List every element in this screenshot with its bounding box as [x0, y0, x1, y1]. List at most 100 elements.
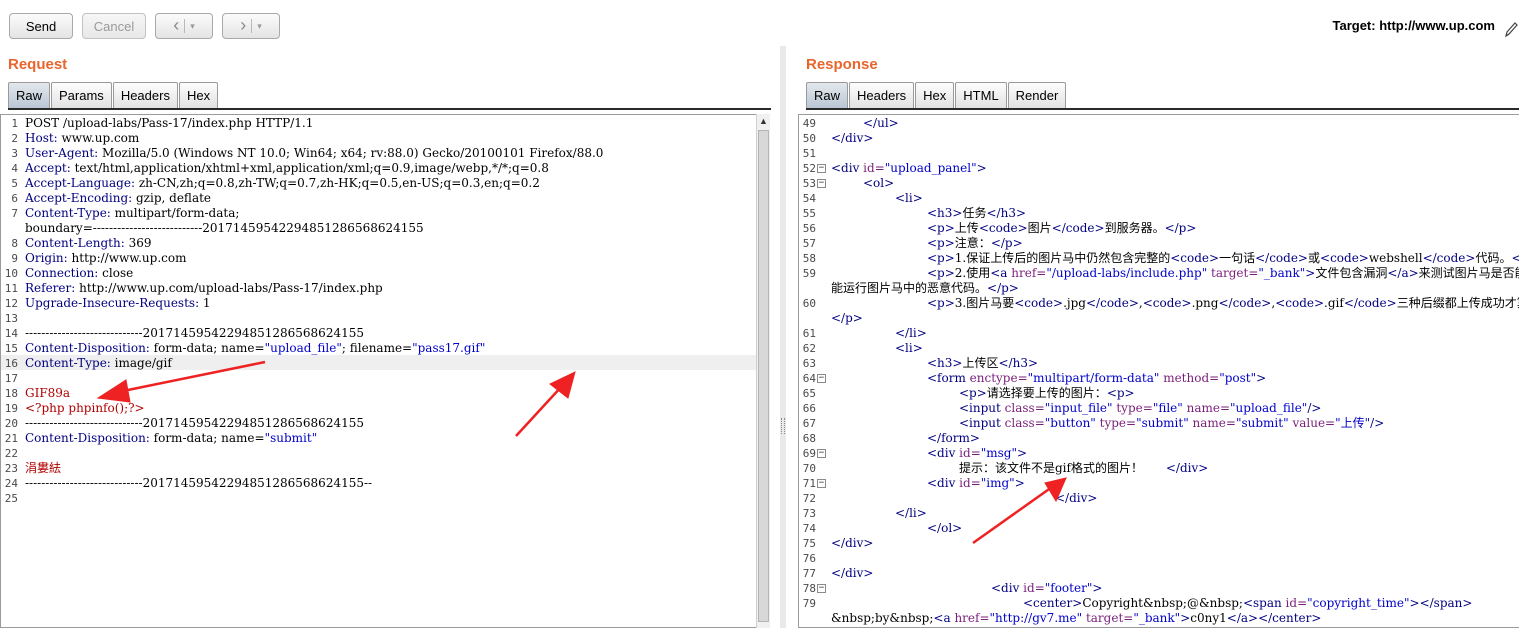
line-number: 60 — [802, 297, 816, 310]
code-token: 1 — [202, 296, 211, 310]
code-token: image/gif — [114, 356, 172, 370]
code-line: 52− <div id="upload_panel"> — [799, 161, 1519, 176]
code-token: gzip, deflate — [136, 191, 212, 205]
code-token: </code> — [1422, 251, 1476, 265]
code-text: Connection: close — [25, 266, 133, 281]
response-editor[interactable]: 49 </ul> 50 </div> 51 52− <div id="upload_pane… — [798, 114, 1519, 628]
tab-headers[interactable]: Headers — [849, 82, 915, 108]
divider-grip-icon[interactable] — [781, 418, 785, 434]
code-token: "multipart/form-data" — [1027, 371, 1160, 385]
tab-hex[interactable]: Hex — [915, 82, 955, 108]
code-text: 能运行图片马中的恶意代码。</p> — [831, 281, 1019, 296]
back-arrow-icon: ‹ — [173, 15, 180, 35]
line-number: 17 — [4, 372, 18, 385]
fold-toggle-icon[interactable]: − — [817, 374, 826, 383]
code-text: <p>注意：</p> — [927, 236, 1023, 251]
code-token: Referer: — [25, 281, 80, 295]
code-line: 14 -----------------------------201714595… — [1, 326, 757, 341]
tab-raw[interactable]: Raw — [8, 82, 51, 108]
fold-toggle-icon[interactable]: − — [817, 479, 826, 488]
code-line: 74 </ol> — [799, 521, 1519, 536]
code-token: </li> — [895, 326, 927, 340]
code-text: Content-Disposition: form-data; name="up… — [25, 341, 485, 356]
code-text: </div> — [831, 131, 873, 146]
code-token: <div — [927, 446, 960, 460]
pencil-icon[interactable] — [1504, 20, 1518, 38]
code-line: 能运行图片马中的恶意代码。</p> — [799, 281, 1519, 296]
code-token: > — [1256, 371, 1267, 385]
back-dropdown-icon[interactable]: ▾ — [190, 21, 195, 32]
code-token: "上传" — [1335, 416, 1371, 430]
code-token: <a — [990, 266, 1012, 280]
request-editor[interactable]: 1 POST /upload-labs/Pass-17/index.php HTT… — [0, 114, 757, 628]
code-text: -----------------------------20171459542… — [25, 326, 364, 341]
forward-button[interactable]: › ▾ — [222, 13, 280, 39]
code-line: 17 — [1, 371, 757, 386]
code-token: &nbsp;by&nbsp; — [831, 611, 934, 625]
code-line: 2 Host: www.up.com — [1, 131, 757, 146]
line-number: 61 — [802, 327, 816, 340]
code-token: "pass17.gif" — [412, 341, 486, 355]
tab-hex[interactable]: Hex — [178, 82, 219, 108]
cancel-button[interactable]: Cancel — [82, 13, 146, 39]
code-text: <?php phpinfo();?> — [25, 401, 145, 416]
code-token: id= — [1023, 581, 1045, 595]
code-token: form-data; name= — [153, 341, 265, 355]
code-token: </a> — [1387, 266, 1419, 280]
code-token: 能运行图片马中的恶意代码。 — [831, 281, 988, 295]
code-token: <p> — [959, 386, 987, 400]
code-token: <p> — [927, 296, 955, 310]
code-token: "img" — [980, 476, 1015, 490]
tab-headers[interactable]: Headers — [112, 82, 178, 108]
code-text: </div> — [1055, 491, 1097, 506]
code-token: "upload_file" — [1230, 401, 1308, 415]
code-token: </code> — [1051, 221, 1105, 235]
fold-toggle-icon[interactable]: − — [817, 449, 826, 458]
fold-toggle-icon[interactable]: − — [817, 164, 826, 173]
code-token: multipart/form-data; — [114, 206, 240, 220]
send-button[interactable]: Send — [9, 13, 73, 39]
request-scrollbar[interactable]: ▲ — [756, 114, 770, 628]
tab-html[interactable]: HTML — [955, 82, 1007, 108]
scroll-up-icon[interactable]: ▲ — [759, 116, 768, 126]
code-token: ; filename= — [341, 341, 413, 355]
line-number: 7 — [11, 207, 18, 220]
code-text: </li> — [895, 506, 927, 521]
tab-raw[interactable]: Raw — [806, 82, 849, 108]
line-number: 57 — [802, 237, 816, 250]
code-text: Referer: http://www.up.com/upload-labs/P… — [25, 281, 383, 296]
code-token: 2.使用 — [954, 266, 991, 280]
code-token: </div> — [1165, 461, 1209, 475]
code-line: 64− <form enctype="multipart/form-data" m… — [799, 371, 1519, 386]
back-button[interactable]: ‹ ▾ — [155, 13, 213, 39]
tab-render[interactable]: Render — [1007, 82, 1067, 108]
scrollbar-thumb[interactable] — [758, 130, 769, 622]
tab-params[interactable]: Params — [51, 82, 112, 108]
line-number: 50 — [802, 132, 816, 145]
fold-toggle-icon[interactable]: − — [817, 179, 826, 188]
pane-divider[interactable] — [780, 46, 786, 628]
line-number: 75 — [802, 537, 816, 550]
code-line: 63 <h3>上传区</h3> — [799, 356, 1519, 371]
code-token: 提示：该文件不是gif格式的图片！ — [959, 461, 1166, 475]
fold-toggle-icon[interactable]: − — [817, 584, 826, 593]
request-tabs: Raw Params Headers Hex — [8, 82, 219, 108]
code-token: <code> — [1170, 251, 1220, 265]
line-number: 1 — [11, 117, 18, 130]
code-token: .jpg — [1063, 296, 1086, 310]
code-token: 涓婁紶 — [25, 461, 62, 475]
code-line: 3 User-Agent: Mozilla/5.0 (Windows NT 10.… — [1, 146, 757, 161]
line-number: 5 — [11, 177, 18, 190]
code-token: <p> — [1106, 386, 1135, 400]
code-text: </p> — [831, 311, 863, 326]
code-line: 73 </li> — [799, 506, 1519, 521]
forward-arrow-icon: › — [240, 15, 247, 35]
code-line: 1 POST /upload-labs/Pass-17/index.php HTT… — [1, 116, 757, 131]
code-line: 58 <p>1.保证上传后的图片马中仍然包含完整的<code>一句话</code>… — [799, 251, 1519, 266]
code-token: .png — [1191, 296, 1219, 310]
code-token: "submit" — [1136, 416, 1189, 430]
code-text: Content-Disposition: form-data; name="su… — [25, 431, 317, 446]
code-token: boundary=---------------------------2017… — [25, 221, 424, 235]
code-token: id= — [959, 476, 981, 490]
forward-dropdown-icon[interactable]: ▾ — [257, 21, 262, 32]
